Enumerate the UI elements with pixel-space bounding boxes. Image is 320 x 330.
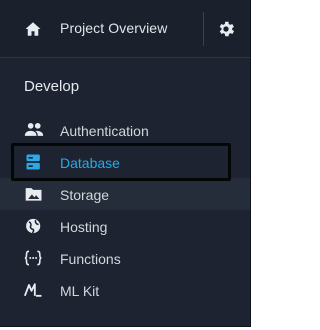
nav-item-label: Functions [60, 251, 121, 267]
nav-item-label: Authentication [60, 123, 149, 139]
selection-highlight-box [11, 143, 231, 181]
people-icon [24, 123, 44, 136]
nav-item-label: Hosting [60, 219, 108, 235]
globe-icon [26, 218, 41, 234]
sidebar: Project Overview Develop Authentication [0, 0, 251, 327]
gear-icon[interactable] [216, 19, 236, 39]
nav-item-storage[interactable]: Storage [0, 178, 250, 210]
project-overview-link[interactable]: Project Overview [60, 20, 167, 36]
image-folder-icon [25, 188, 42, 201]
functions-icon [24, 250, 42, 266]
home-icon[interactable] [24, 20, 42, 38]
nav-item-hosting[interactable]: Hosting [0, 210, 250, 242]
sidebar-header: Project Overview [0, 0, 250, 58]
nav-item-label: Storage [60, 187, 110, 203]
nav-item-ml-kit[interactable]: ML Kit [0, 274, 250, 306]
ml-kit-icon [24, 283, 42, 297]
header-divider [203, 12, 204, 46]
nav-item-functions[interactable]: Functions [0, 242, 250, 274]
section-develop: Develop [24, 78, 80, 95]
nav-item-authentication[interactable]: Authentication [0, 114, 250, 146]
nav-item-label: ML Kit [60, 283, 100, 299]
